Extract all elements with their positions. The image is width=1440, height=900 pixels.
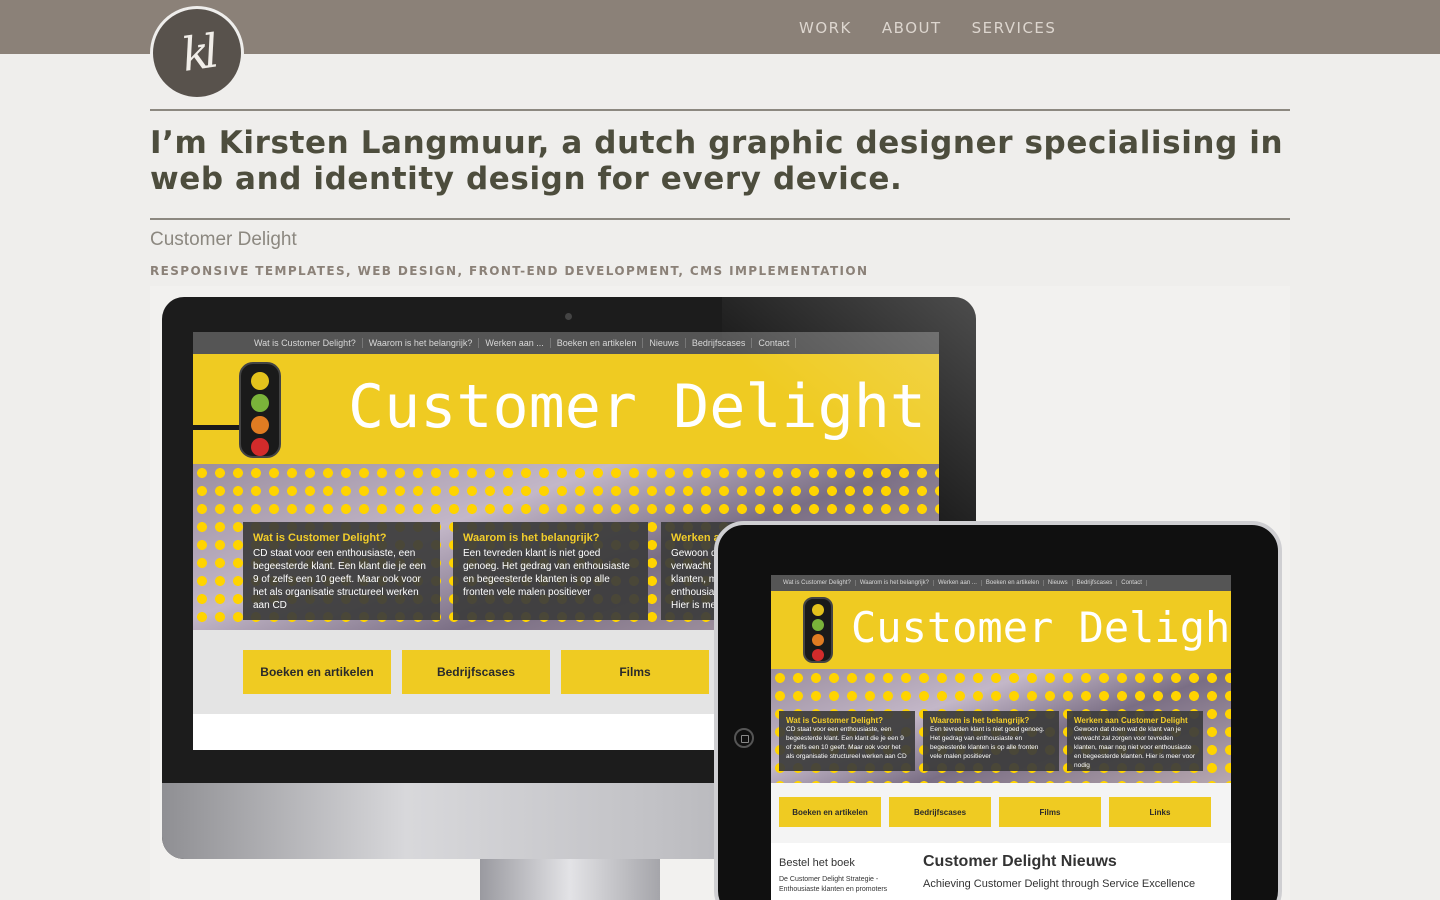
logo[interactable]: kl	[150, 6, 244, 100]
mockup-nav-item: Nieuws	[643, 338, 686, 348]
home-button-icon	[734, 728, 754, 748]
traffic-light-icon	[239, 362, 281, 458]
imac-stand	[480, 859, 660, 900]
nav-work[interactable]: WORK	[799, 19, 852, 37]
mockup-nav-item: Waarom is het belangrijk?	[856, 580, 934, 586]
mockup-button: Boeken en artikelen	[779, 797, 881, 827]
divider	[150, 109, 1290, 111]
mockup-news-sub: Achieving Customer Delight through Servi…	[923, 878, 1196, 890]
mockup-nav: Wat is Customer Delight? Waarom is het b…	[771, 575, 1231, 591]
mockup-nav-item: Wat is Customer Delight?	[248, 338, 363, 348]
intro-heading: I’m Kirsten Langmuur, a dutch graphic de…	[150, 125, 1284, 197]
tablet-screen: Wat is Customer Delight? Waarom is het b…	[771, 575, 1231, 900]
mockup-button: Bedrijfscases	[402, 650, 550, 694]
mockup-card: Waarom is het belangrijk? Een tevreden k…	[453, 522, 648, 620]
mockup-banner-title: Customer Delight	[851, 603, 1231, 652]
mockup-news-heading: Customer Delight Nieuws	[923, 853, 1117, 870]
nav-services[interactable]: SERVICES	[972, 19, 1057, 37]
mockup-button: Bedrijfscases	[889, 797, 991, 827]
mockup-nav-item: Werken aan ...	[934, 580, 982, 586]
nav-about[interactable]: ABOUT	[882, 19, 942, 37]
mockup-book-text: De Customer Delight Strategie - Enthousi…	[779, 876, 888, 893]
mockup-button: Films	[561, 650, 709, 694]
mockup-card: Waarom is het belangrijk? Een tevreden k…	[923, 711, 1059, 771]
project-showcase-image[interactable]: Wat is Customer Delight? Waarom is het b…	[150, 286, 1290, 900]
mockup-button: Boeken en artikelen	[243, 650, 391, 694]
traffic-light-icon	[803, 597, 833, 663]
mockup-banner: Customer Delight	[771, 591, 1231, 669]
mockup-card: Wat is Customer Delight? CD staat voor e…	[779, 711, 915, 771]
logo-monogram: kl	[178, 24, 216, 82]
project-tags: RESPONSIVE TEMPLATES, WEB DESIGN, FRONT-…	[150, 264, 869, 278]
mockup-nav-item: Boeken en artikelen	[551, 338, 644, 348]
mockup-nav-item: Boeken en artikelen	[982, 580, 1044, 586]
divider	[150, 218, 1290, 220]
mockup-card: Wat is Customer Delight? CD staat voor e…	[243, 522, 440, 620]
mockup-button: Films	[999, 797, 1101, 827]
mockup-buttons: Boeken en artikelen Bedrijfscases Films …	[771, 797, 1231, 827]
mockup-nav-item: Werken aan ...	[479, 338, 551, 348]
mockup-nav-item: Bedrijfscases	[1073, 580, 1118, 586]
mockup-lower-section: Bestel het boek De Customer Delight Stra…	[771, 843, 1231, 900]
mockup-book-heading: Bestel het boek	[779, 857, 855, 869]
mockup-hero-photo: Wat is Customer Delight? CD staat voor e…	[771, 669, 1231, 783]
ipad-device: Wat is Customer Delight? Waarom is het b…	[714, 521, 1282, 900]
mockup-nav-item: Waarom is het belangrijk?	[363, 338, 480, 348]
mockup-nav-item: Nieuws	[1044, 580, 1073, 586]
mockup-nav-item: Wat is Customer Delight?	[779, 580, 856, 586]
project-title[interactable]: Customer Delight	[150, 229, 297, 251]
mockup-card: Werken aan Customer Delight Gewoon dat d…	[1067, 711, 1203, 771]
mockup-button: Links	[1109, 797, 1211, 827]
camera-icon	[565, 313, 572, 320]
mockup-nav-item: Contact	[1117, 580, 1147, 586]
main-nav: WORK ABOUT SERVICES	[799, 19, 1086, 37]
